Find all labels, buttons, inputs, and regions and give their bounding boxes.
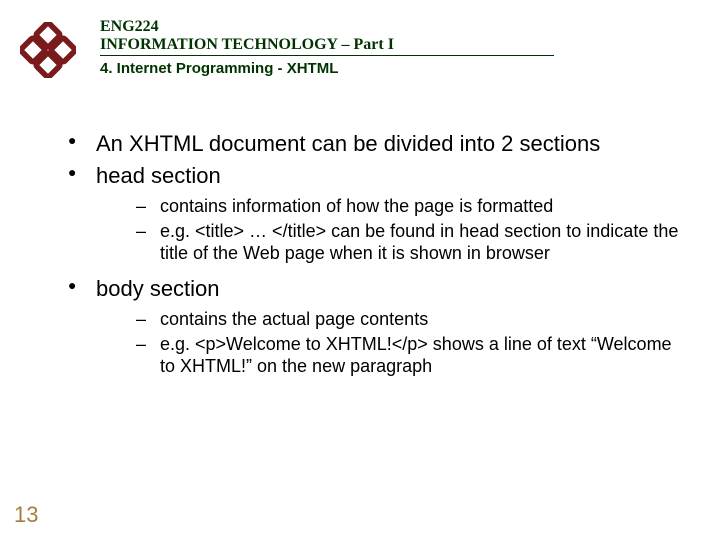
sub-bullet-item: e.g. <title> … </title> can be found in … bbox=[96, 220, 680, 265]
bullet-text: body section bbox=[96, 276, 220, 301]
title-block: ENG224 INFORMATION TECHNOLOGY – Part I 4… bbox=[100, 18, 700, 77]
sub-bullet-text: contains information of how the page is … bbox=[160, 196, 553, 216]
sub-bullet-item: contains the actual page contents bbox=[96, 308, 680, 331]
course-code: ENG224 bbox=[100, 18, 700, 36]
slide-content: An XHTML document can be divided into 2 … bbox=[60, 130, 680, 388]
bullet-text: An XHTML document can be divided into 2 … bbox=[96, 131, 600, 156]
bullet-item: An XHTML document can be divided into 2 … bbox=[60, 130, 680, 158]
logo-icon bbox=[20, 22, 76, 83]
bullet-item: body section contains the actual page co… bbox=[60, 275, 680, 378]
sub-bullet-text: contains the actual page contents bbox=[160, 309, 428, 329]
bullet-text: head section bbox=[96, 163, 221, 188]
bullet-item: head section contains information of how… bbox=[60, 162, 680, 265]
slide-header: ENG224 INFORMATION TECHNOLOGY – Part I 4… bbox=[20, 18, 700, 77]
section-label: 4. Internet Programming - XHTML bbox=[100, 60, 700, 77]
sub-bullet-text: e.g. <title> … </title> can be found in … bbox=[160, 221, 678, 264]
page-number: 13 bbox=[14, 502, 38, 528]
course-title: INFORMATION TECHNOLOGY – Part I bbox=[100, 36, 554, 56]
sub-bullet-text: e.g. <p>Welcome to XHTML!</p> shows a li… bbox=[160, 334, 672, 377]
sub-bullet-item: contains information of how the page is … bbox=[96, 195, 680, 218]
sub-bullet-item: e.g. <p>Welcome to XHTML!</p> shows a li… bbox=[96, 333, 680, 378]
